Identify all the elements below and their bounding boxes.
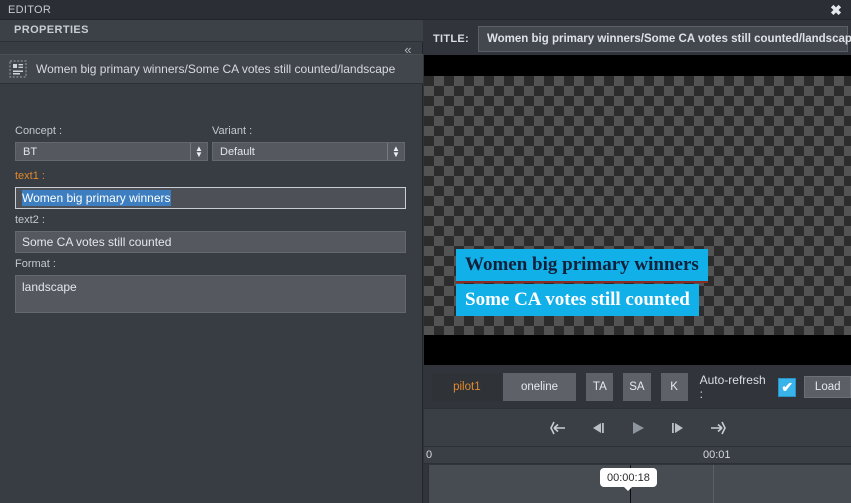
concept-label: Concept :: [15, 125, 63, 137]
play-icon[interactable]: [627, 417, 649, 439]
timeline-ruler[interactable]: 0 00:01: [424, 446, 851, 464]
timeline-gridline: [713, 465, 714, 503]
variant-select[interactable]: Default ▲ ▼: [212, 142, 405, 161]
playhead-time-value: 00:00:18: [607, 471, 650, 484]
tab-oneline[interactable]: oneline: [502, 373, 577, 401]
transport-controls: [424, 408, 851, 446]
go-to-start-icon[interactable]: [547, 417, 569, 439]
tab-sa[interactable]: SA: [623, 373, 651, 401]
properties-header: PROPERTIES: [0, 20, 423, 42]
title-row: TITLE: Women big primary winners/Some CA…: [424, 24, 851, 54]
preview-canvas[interactable]: Women big primary winners Some CA votes …: [424, 55, 851, 365]
preview-panel: TITLE: Women big primary winners/Some CA…: [424, 20, 851, 503]
format-input[interactable]: landscape: [15, 275, 406, 313]
lower-third-line1: Women big primary winners: [456, 249, 708, 283]
editor-window: EDITOR ✖ PROPERTIES « Women big primary …: [0, 0, 851, 503]
concept-field-group: Concept : BT ▲ ▼: [15, 125, 208, 161]
text2-label: text2 :: [15, 214, 45, 226]
lower-third-line2: Some CA votes still counted: [456, 284, 699, 316]
tab-pilot1[interactable]: pilot1: [432, 373, 502, 401]
concept-spinner-icon[interactable]: ▲ ▼: [190, 143, 207, 160]
text1-input[interactable]: Women big primary winners: [15, 187, 406, 209]
variant-spinner-icon[interactable]: ▲ ▼: [387, 143, 404, 160]
concept-value: BT: [23, 145, 38, 158]
text2-input[interactable]: Some CA votes still counted: [15, 231, 406, 253]
tab-k[interactable]: K: [660, 373, 688, 401]
window-title: EDITOR: [8, 4, 52, 16]
auto-refresh-checkbox[interactable]: ✔: [778, 377, 797, 397]
properties-panel: PROPERTIES « Women big primary winners/S…: [0, 20, 423, 503]
letterbox-bottom: [424, 335, 851, 365]
ruler-tick-1: 00:01: [703, 449, 731, 461]
auto-refresh-label: Auto-refresh :: [699, 373, 766, 401]
variant-value: Default: [220, 145, 255, 158]
close-icon[interactable]: ✖: [825, 0, 847, 20]
text1-value: Women big primary winners: [22, 190, 171, 206]
ruler-tick-0: 0: [426, 449, 433, 461]
title-value: Women big primary winners/Some CA votes …: [487, 33, 851, 45]
window-title-bar: EDITOR ✖: [0, 0, 851, 20]
step-forward-icon[interactable]: [667, 417, 689, 439]
properties-header-label: PROPERTIES: [14, 24, 89, 36]
text2-value: Some CA votes still counted: [22, 235, 172, 249]
document-title: Women big primary winners/Some CA votes …: [36, 62, 396, 76]
variant-label: Variant :: [212, 125, 253, 137]
format-field-group: Format : landscape: [15, 258, 406, 313]
tab-ta[interactable]: TA: [586, 373, 614, 401]
step-back-icon[interactable]: [587, 417, 609, 439]
letterbox-top: [424, 55, 851, 76]
concept-select[interactable]: BT ▲ ▼: [15, 142, 208, 161]
text1-field-group: text1 : Women big primary winners: [15, 170, 406, 209]
go-to-end-icon[interactable]: [707, 417, 729, 439]
text2-field-group: text2 : Some CA votes still counted: [15, 214, 406, 253]
title-label: TITLE:: [433, 33, 470, 45]
format-label: Format :: [15, 258, 56, 270]
preview-controls: pilot1 oneline TA SA K Auto-refresh : ✔ …: [424, 367, 851, 407]
text1-label: text1 :: [15, 170, 45, 182]
variant-field-group: Variant : Default ▲ ▼: [212, 125, 405, 161]
format-value: landscape: [22, 280, 77, 294]
document-row[interactable]: Women big primary winners/Some CA votes …: [0, 54, 423, 84]
lower-third-graphic: Women big primary winners Some CA votes …: [456, 249, 851, 316]
load-button[interactable]: Load: [804, 376, 851, 398]
template-layout-icon: [9, 60, 27, 78]
check-icon: ✔: [781, 379, 794, 395]
title-input[interactable]: Women big primary winners/Some CA votes …: [478, 26, 851, 52]
playhead-time-flag[interactable]: 00:00:18: [600, 468, 657, 491]
